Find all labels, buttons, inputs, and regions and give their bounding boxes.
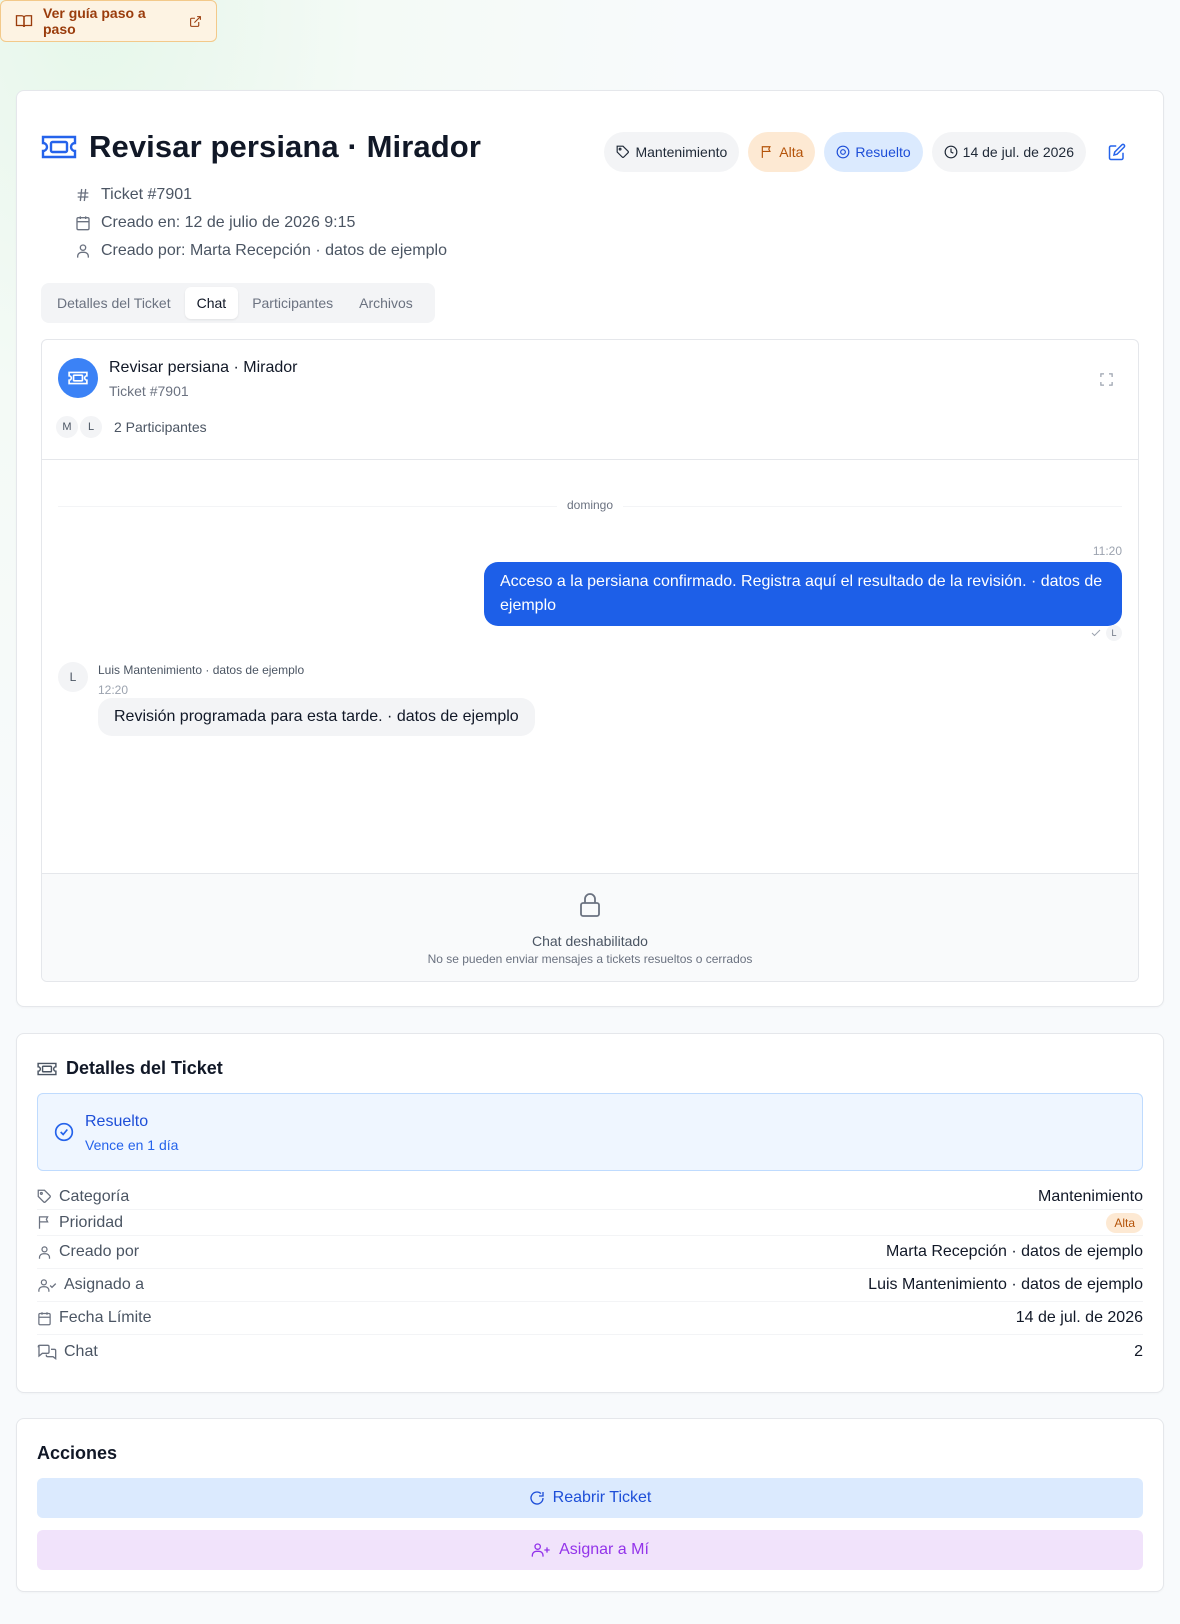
category-badge: Mantenimiento	[604, 132, 740, 172]
hash-icon	[75, 187, 91, 203]
priority-badge: Alta	[748, 132, 816, 172]
detail-row-chat: Chat 2	[37, 1335, 1143, 1368]
chat-header: Revisar persiana · Mirador Ticket #7901 …	[42, 340, 1138, 460]
detail-row-created-by: Creado por Marta Recepción · datos de ej…	[37, 1236, 1143, 1269]
outgoing-message: Acceso a la persiana confirmado. Registr…	[484, 562, 1122, 626]
ticket-created-by: Creado por: Marta Recepción · datos de e…	[75, 237, 447, 265]
ticket-tabs: Detalles del Ticket Chat Participantes A…	[41, 283, 435, 323]
user-plus-icon	[531, 1542, 551, 1558]
clock-icon	[944, 145, 958, 159]
tag-icon	[616, 145, 630, 159]
assign-to-me-button[interactable]: Asignar a Mí	[37, 1530, 1143, 1570]
calendar-icon	[37, 1311, 52, 1326]
page-title: Revisar persiana · Mirador	[89, 129, 481, 164]
participants-count: 2 Participantes	[114, 419, 207, 435]
book-icon	[15, 13, 33, 29]
participants-summary[interactable]: M L 2 Participantes	[54, 414, 207, 440]
reopen-ticket-button[interactable]: Reabrir Ticket	[37, 1478, 1143, 1518]
details-card: Detalles del Ticket Resuelto Vence en 1 …	[16, 1033, 1164, 1393]
details-heading: Detalles del Ticket	[37, 1058, 223, 1079]
ticket-icon	[68, 370, 88, 386]
check-circle-icon	[54, 1122, 74, 1142]
expand-button[interactable]	[1099, 372, 1114, 387]
status-badge: Resuelto	[824, 132, 923, 172]
tab-details[interactable]: Detalles del Ticket	[45, 287, 183, 319]
detail-row-due-date: Fecha Límite 14 de jul. de 2026	[37, 1302, 1143, 1335]
tab-chat[interactable]: Chat	[184, 287, 239, 319]
ticket-meta: Ticket #7901 Creado en: 12 de julio de 2…	[75, 181, 447, 265]
guide-button[interactable]: Ver guía paso a paso	[0, 0, 217, 42]
priority-badge: Alta	[1106, 1212, 1143, 1233]
ticket-icon	[41, 133, 77, 161]
maximize-icon	[1099, 372, 1114, 387]
detail-row-assigned-to: Asignado a Luis Mantenimiento · datos de…	[37, 1269, 1143, 1302]
incoming-message: Revisión programada para esta tarde. · d…	[98, 698, 535, 736]
lock-icon	[578, 892, 602, 918]
ticket-created-at: Creado en: 12 de julio de 2026 9:15	[75, 209, 447, 237]
chat-subtitle: Ticket #7901	[109, 383, 189, 399]
chat-avatar	[58, 358, 98, 398]
edit-icon	[1108, 143, 1126, 161]
actions-heading: Acciones	[37, 1443, 118, 1463]
day-label: domingo	[556, 498, 624, 512]
ticket-badges: Mantenimiento Alta Resuelto 14 de jul. d…	[604, 132, 1135, 172]
external-link-icon	[189, 15, 202, 28]
message-time: 11:20	[1092, 544, 1122, 558]
avatar: L	[1106, 625, 1122, 641]
chat-disabled-notice: Chat deshabilitado No se pueden enviar m…	[42, 873, 1138, 981]
avatar: L	[58, 662, 88, 692]
tab-participants[interactable]: Participantes	[240, 287, 345, 319]
chat-panel: Revisar persiana · Mirador Ticket #7901 …	[41, 339, 1139, 982]
edit-button[interactable]	[1099, 134, 1135, 170]
message-time: 12:20	[98, 683, 129, 697]
detail-row-priority: Prioridad Alta	[37, 1210, 1143, 1236]
target-icon	[836, 145, 850, 159]
user-icon	[37, 1245, 52, 1260]
tab-files[interactable]: Archivos	[347, 287, 425, 319]
chat-disabled-title: Chat deshabilitado	[532, 933, 648, 949]
flag-icon	[760, 145, 774, 159]
user-check-icon	[37, 1278, 57, 1293]
ticket-header: Revisar persiana · Mirador	[41, 129, 481, 165]
chat-disabled-subtitle: No se pueden enviar mensajes a tickets r…	[427, 952, 753, 966]
calendar-icon	[75, 215, 91, 231]
message-sender: Luis Mantenimiento · datos de ejemplo	[98, 663, 305, 677]
refresh-icon	[529, 1490, 545, 1506]
status-due: Vence en 1 día	[85, 1137, 179, 1153]
avatar: M	[54, 414, 80, 440]
detail-row-category: Categoría Mantenimiento	[37, 1184, 1143, 1210]
ticket-number: Ticket #7901	[75, 181, 447, 209]
read-receipt: L	[1090, 625, 1122, 641]
due-date-badge: 14 de jul. de 2026	[931, 132, 1086, 172]
status-title: Resuelto	[85, 1113, 149, 1130]
guide-label: Ver guía paso a paso	[43, 5, 146, 37]
status-summary: Resuelto Vence en 1 día	[37, 1093, 1143, 1171]
chat-bubbles-icon	[37, 1344, 57, 1360]
check-icon	[1090, 627, 1102, 639]
tag-icon	[37, 1189, 52, 1204]
details-list: Categoría Mantenimiento Prioridad Alta C…	[37, 1184, 1143, 1368]
chat-title: Revisar persiana · Mirador	[109, 359, 298, 376]
actions-card: Acciones Reabrir Ticket Asignar a Mí	[16, 1418, 1164, 1592]
user-icon	[75, 243, 91, 259]
ticket-card: Revisar persiana · Mirador Mantenimiento…	[16, 90, 1164, 1007]
avatar: L	[78, 414, 104, 440]
ticket-icon	[37, 1061, 57, 1077]
flag-icon	[37, 1215, 52, 1230]
